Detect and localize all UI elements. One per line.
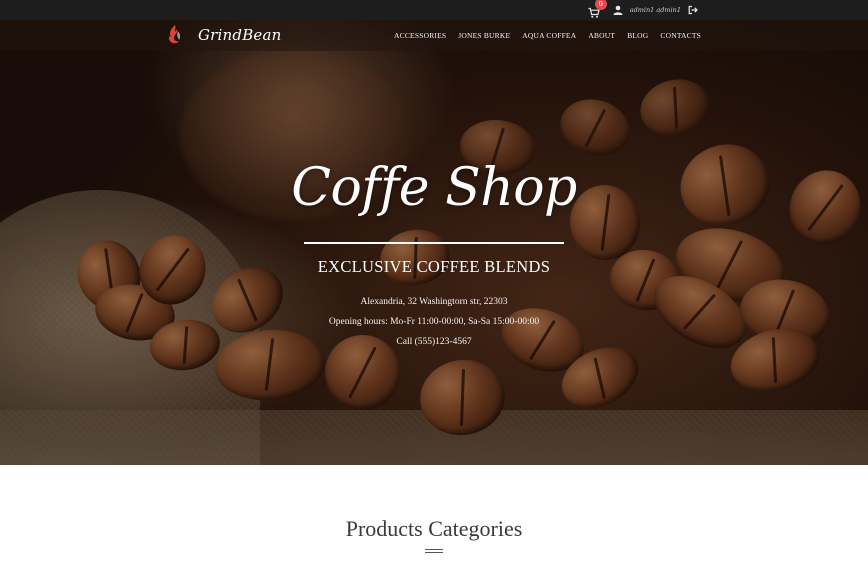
hero-title: Coffe Shop (291, 158, 577, 218)
store-address: Alexandria, 32 Washingtorn str, 22303 (360, 297, 508, 307)
hero-content: Coffe Shop EXCLUSIVE COFFEE BLENDS Alexa… (0, 20, 868, 465)
brand-logo[interactable]: GrindBean (166, 25, 282, 45)
cart-button[interactable]: 0 (588, 0, 607, 18)
brand-name: GrindBean (198, 26, 282, 44)
flame-logo-icon (168, 25, 181, 44)
nav-item-accessories[interactable]: ACCESSORIES (394, 31, 446, 40)
logout-icon[interactable] (688, 5, 698, 15)
hero-subtitle: EXCLUSIVE COFFEE BLENDS (317, 257, 551, 276)
nav-item-jones-burke[interactable]: JONES BURKE (458, 31, 510, 40)
user-icon (613, 5, 623, 15)
hero-divider (304, 242, 564, 244)
cart-count-badge: 0 (594, 0, 607, 10)
section-divider (425, 549, 443, 553)
nav-item-blog[interactable]: BLOG (627, 31, 648, 40)
nav-item-contacts[interactable]: CONTACTS (660, 31, 701, 40)
nav-item-about[interactable]: ABOUT (588, 31, 615, 40)
main-navigation-bar: GrindBean ACCESSORIES JONES BURKE AQUA C… (0, 20, 868, 51)
opening-hours: Opening hours: Mo-Fr 11:00-00:00, Sa-Sa … (328, 317, 540, 327)
nav-menu: ACCESSORIES JONES BURKE AQUA COFFEA ABOU… (394, 20, 701, 51)
top-utility-bar: 0 admin1 admin1 (0, 0, 868, 20)
products-categories-heading: Products Categories (345, 516, 523, 541)
user-account-link[interactable]: admin1 admin1 (630, 6, 681, 14)
phone-link[interactable]: Call (555)123-4567 (0, 337, 868, 347)
nav-item-aqua-coffea[interactable]: AQUA COFFEA (522, 31, 576, 40)
